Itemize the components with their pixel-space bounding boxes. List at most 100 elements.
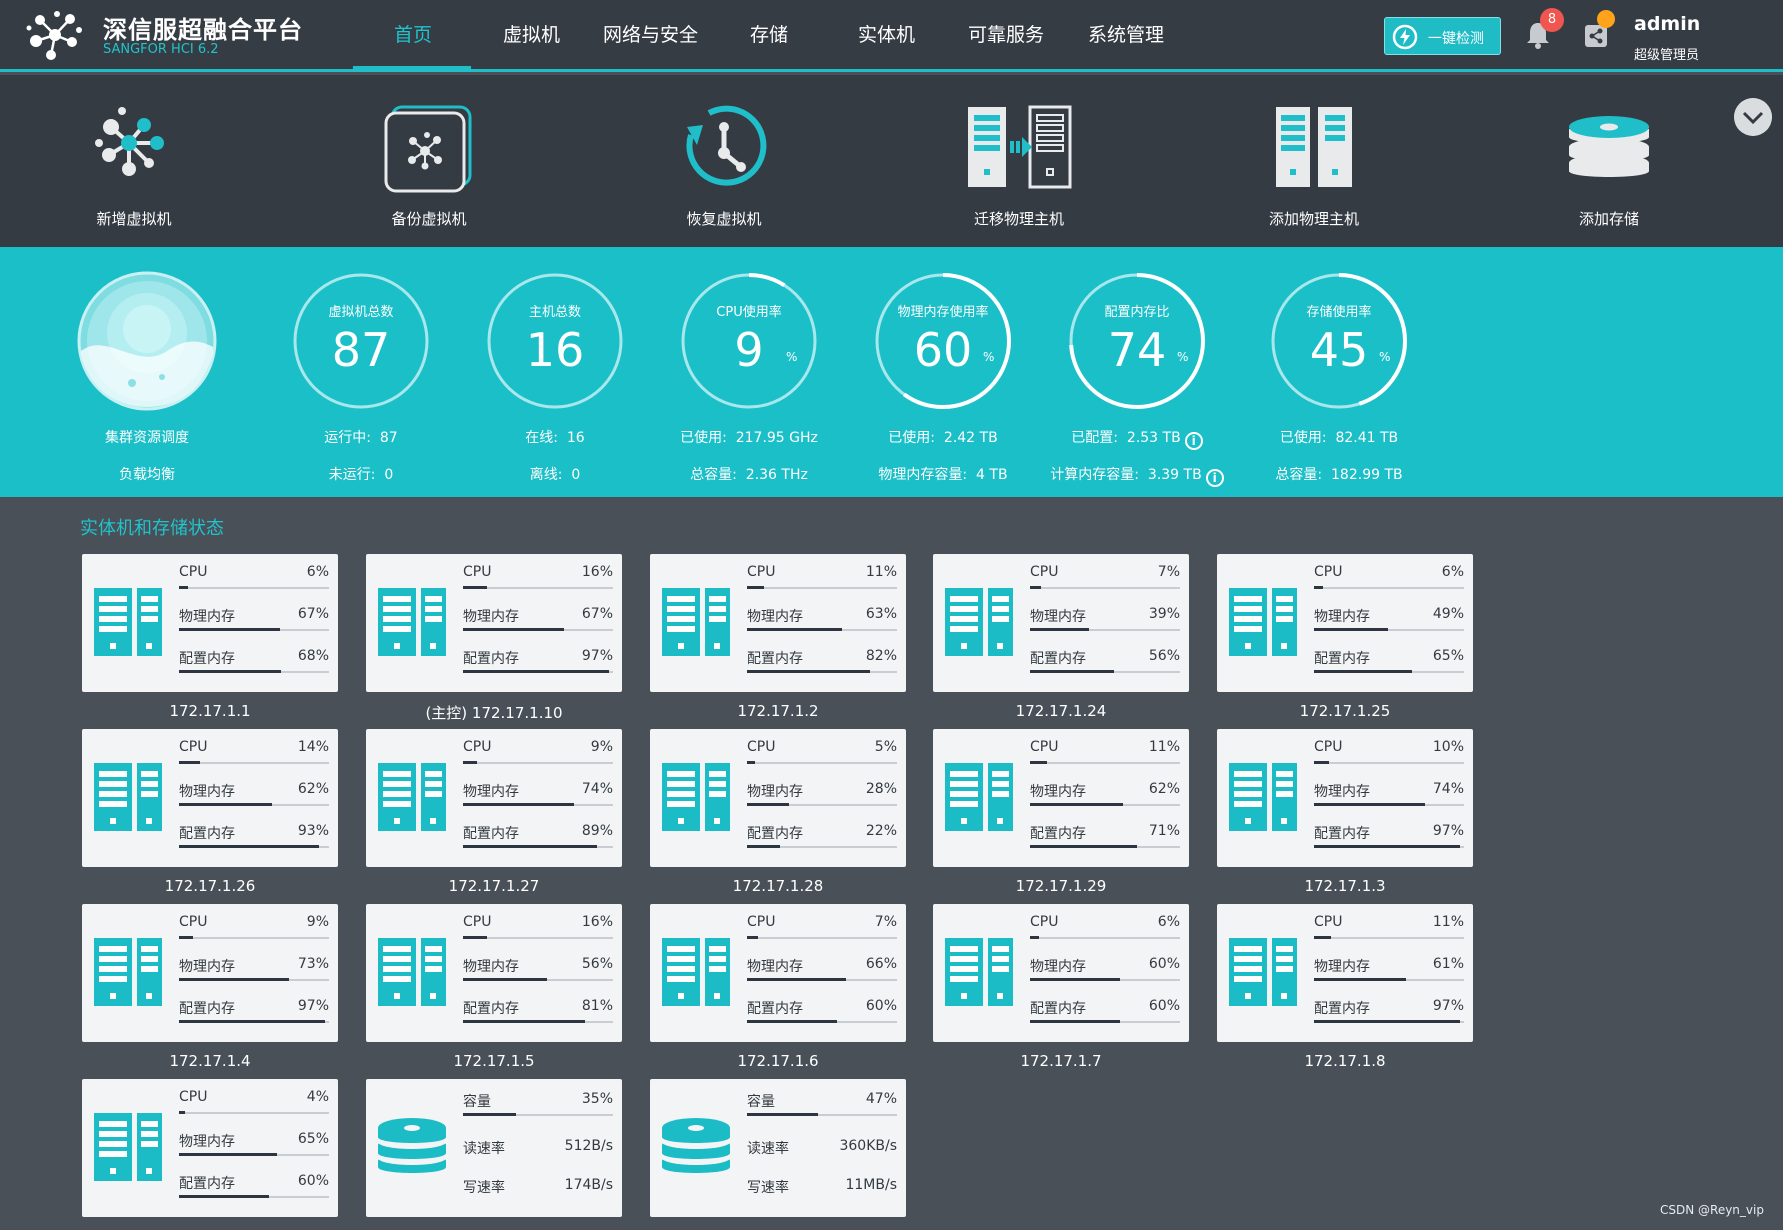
- memory-label: 物理内存: [1314, 784, 1370, 800]
- host-ip-label[interactable]: 172.17.1.2: [650, 702, 906, 720]
- host-card[interactable]: CPU 11% 物理内存 61% 配置内存 97%: [1217, 904, 1473, 1042]
- nav-system[interactable]: 系统管理: [1088, 20, 1164, 47]
- memory-bar-fill: [1030, 978, 1120, 981]
- memory-label: 物理内存: [463, 784, 519, 800]
- host-card[interactable]: CPU 7% 物理内存 39% 配置内存 56%: [933, 554, 1189, 692]
- cpu-value: 9%: [590, 739, 613, 755]
- stat-cpu-usage[interactable]: CPU使用率 9 % 已使用: 217.95 GHz 总容量: 2.36 THz: [644, 247, 854, 497]
- cpu-value: 11%: [1148, 739, 1180, 755]
- configured-memory-bar: [1030, 845, 1180, 848]
- host-card[interactable]: CPU 6% 物理内存 49% 配置内存 65%: [1217, 554, 1473, 692]
- memory-bar-fill: [747, 803, 789, 806]
- stat-cluster-scheduling[interactable]: 集群资源调度 负载均衡: [42, 247, 252, 497]
- storage-used-label: 已使用:: [1279, 430, 1327, 446]
- memory-label: 物理内存: [1314, 609, 1370, 625]
- host-ip-label[interactable]: 172.17.1.25: [1217, 702, 1473, 720]
- stat-memory-usage[interactable]: 物理内存使用率 60 % 已使用: 2.42 TB 物理内存容量: 4 TB: [838, 247, 1048, 497]
- cpu-bar: [1030, 761, 1180, 764]
- configured-memory-title: 配置内存比: [1104, 305, 1170, 320]
- info-icon[interactable]: i: [1205, 469, 1224, 487]
- chevron-down-icon[interactable]: [1734, 98, 1772, 136]
- action-add-storage[interactable]: 添加存储: [1509, 75, 1709, 247]
- host-ip-label[interactable]: 172.17.1.1: [82, 702, 338, 720]
- info-icon[interactable]: i: [1184, 432, 1203, 450]
- memory-value: 39%: [1148, 606, 1180, 622]
- stat-vm-total[interactable]: 虚拟机总数 87 运行中: 87 未运行: 0: [256, 247, 466, 497]
- memory-value: 73%: [297, 956, 329, 972]
- stat-host-total[interactable]: 主机总数 16 在线: 16 离线: 0: [450, 247, 660, 497]
- host-ip-label[interactable]: 172.17.1.4: [82, 1052, 338, 1070]
- memory-bar-fill: [1314, 628, 1388, 631]
- memory-label: 物理内存: [179, 1134, 235, 1150]
- configured-memory-bar: [1314, 845, 1464, 848]
- memory-bar: [463, 628, 613, 631]
- host-card[interactable]: CPU 14% 物理内存 62% 配置内存 93%: [82, 729, 338, 867]
- action-backup-vm[interactable]: 备份虚拟机: [329, 75, 529, 247]
- memory-bar: [179, 978, 329, 981]
- host-ip-label[interactable]: 172.17.1.24: [933, 702, 1189, 720]
- vm-stopped-label: 未运行:: [328, 467, 376, 483]
- nav-network-security[interactable]: 网络与安全: [603, 20, 698, 47]
- one-click-check-button[interactable]: 一键检测: [1384, 17, 1501, 55]
- host-card[interactable]: CPU 11% 物理内存 63% 配置内存 82%: [650, 554, 906, 692]
- cpu-metric: CPU 6%: [179, 564, 329, 589]
- configured-value: 2.53 TB: [1126, 430, 1181, 446]
- memory-label: 物理内存: [747, 959, 803, 975]
- host-card[interactable]: CPU 5% 物理内存 28% 配置内存 22%: [650, 729, 906, 867]
- stat-configured-memory[interactable]: 配置内存比 74 % 已配置: 2.53 TB i 计算内存容量: 3.39 TB…: [1032, 247, 1242, 497]
- host-card[interactable]: CPU 9% 物理内存 73% 配置内存 97%: [82, 904, 338, 1042]
- configured-memory-metric: 配置内存 97%: [463, 648, 613, 673]
- host-card[interactable]: CPU 16% 物理内存 67% 配置内存 97%: [366, 554, 622, 692]
- host-card[interactable]: CPU 9% 物理内存 74% 配置内存 89%: [366, 729, 622, 867]
- capacity-bar-fill: [463, 1113, 516, 1116]
- capacity-metric: 容量 47%: [747, 1091, 897, 1116]
- cpu-bar-fill: [747, 761, 755, 764]
- action-add-host[interactable]: 添加物理主机: [1214, 75, 1414, 247]
- memory-usage-title: 物理内存使用率: [897, 305, 989, 320]
- storage-card[interactable]: 容量 35% 读速率 512B/s 写速率 174B/s: [366, 1079, 622, 1217]
- cpu-metric: CPU 7%: [1030, 564, 1180, 589]
- load-balance-globe-icon: [77, 271, 217, 411]
- host-ip-label[interactable]: 172.17.1.28: [650, 877, 906, 895]
- host-ip-label[interactable]: 172.17.1.26: [82, 877, 338, 895]
- host-card[interactable]: CPU 11% 物理内存 62% 配置内存 71%: [933, 729, 1189, 867]
- configured-memory-bar: [179, 1195, 329, 1198]
- nav-storage[interactable]: 存储: [750, 20, 788, 47]
- nav-reliability[interactable]: 可靠服务: [968, 20, 1044, 47]
- configured-memory-bar: [179, 670, 329, 673]
- configured-memory-bar-fill: [179, 1020, 325, 1023]
- memory-metric: 物理内存 56%: [463, 956, 613, 981]
- host-card[interactable]: CPU 10% 物理内存 74% 配置内存 97%: [1217, 729, 1473, 867]
- cpu-value: 5%: [874, 739, 897, 755]
- host-ip-label[interactable]: 172.17.1.6: [650, 1052, 906, 1070]
- host-ip-label[interactable]: 172.17.1.3: [1217, 877, 1473, 895]
- stat-storage-usage[interactable]: 存储使用率 45 % 已使用: 82.41 TB 总容量: 182.99 TB: [1234, 247, 1444, 497]
- host-card[interactable]: CPU 6% 物理内存 60% 配置内存 60%: [933, 904, 1189, 1042]
- nav-home[interactable]: 首页: [394, 20, 432, 47]
- user-name[interactable]: admin: [1634, 13, 1700, 35]
- nav-physical[interactable]: 实体机: [858, 20, 915, 47]
- cpu-metric: CPU 6%: [1314, 564, 1464, 589]
- memory-bar: [1314, 978, 1464, 981]
- action-migrate-host[interactable]: 迁移物理主机: [919, 75, 1119, 247]
- host-card[interactable]: CPU 7% 物理内存 66% 配置内存 60%: [650, 904, 906, 1042]
- host-card[interactable]: CPU 6% 物理内存 67% 配置内存 68%: [82, 554, 338, 692]
- action-add-vm[interactable]: 新增虚拟机: [34, 75, 234, 247]
- storage-card[interactable]: 容量 47% 读速率 360KB/s 写速率 11MB/s: [650, 1079, 906, 1217]
- compute-memory-capacity: 计算内存容量: 3.39 TB i: [1032, 464, 1242, 487]
- cpu-usage-title: CPU使用率: [716, 305, 782, 320]
- host-ip-label[interactable]: 172.17.1.8: [1217, 1052, 1473, 1070]
- nav-vm[interactable]: 虚拟机: [503, 20, 560, 47]
- host-ip-label[interactable]: 172.17.1.27: [366, 877, 622, 895]
- host-ip-label[interactable]: 172.17.1.5: [366, 1052, 622, 1070]
- action-restore-vm[interactable]: 恢复虚拟机: [624, 75, 824, 247]
- storage-disk-icon: [662, 1118, 730, 1173]
- cpu-bar-fill: [463, 936, 487, 939]
- host-ip-label[interactable]: 172.17.1.7: [933, 1052, 1189, 1070]
- host-card[interactable]: CPU 16% 物理内存 56% 配置内存 81%: [366, 904, 622, 1042]
- memory-bar-fill: [1030, 803, 1123, 806]
- host-ip-label[interactable]: 172.17.1.29: [933, 877, 1189, 895]
- host-ip-label[interactable]: (主控) 172.17.1.10: [366, 702, 622, 723]
- host-card[interactable]: CPU 4% 物理内存 65% 配置内存 60%: [82, 1079, 338, 1217]
- cpu-used: 已使用: 217.95 GHz: [644, 427, 854, 447]
